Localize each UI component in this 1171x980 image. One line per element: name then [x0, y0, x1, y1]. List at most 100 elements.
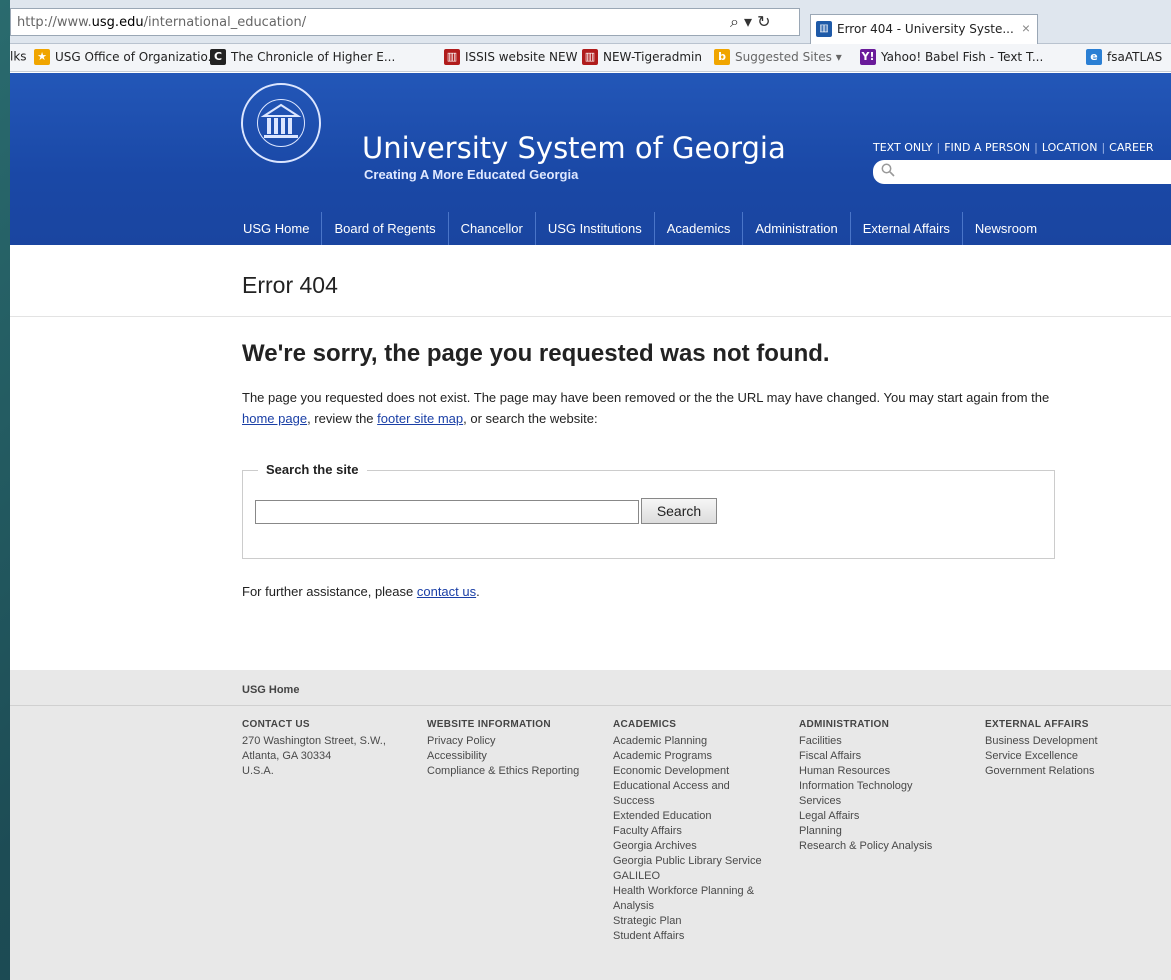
util-link-career[interactable]: CAREER: [1109, 141, 1153, 154]
footer-link[interactable]: Planning: [799, 824, 932, 839]
footer-column-academics: ACADEMICS Academic Planning Academic Pro…: [613, 717, 762, 944]
search-icon: [881, 163, 895, 180]
footer-usg-home-link[interactable]: USG Home: [242, 684, 299, 696]
address-controls[interactable]: ⌕ ▾ ↻: [730, 12, 771, 32]
footer-heading[interactable]: ADMINISTRATION: [799, 717, 932, 732]
footer-address-line: Atlanta, GA 30334: [242, 750, 332, 762]
nav-newsroom[interactable]: Newsroom: [961, 212, 1049, 245]
chronicle-icon: C: [210, 49, 226, 65]
footer-link[interactable]: Faculty Affairs: [613, 824, 762, 839]
close-tab-icon[interactable]: ×: [1022, 20, 1030, 36]
search-fieldset: Search the site Search: [242, 462, 1055, 559]
footer-link[interactable]: Strategic Plan: [613, 914, 762, 929]
footer-link[interactable]: Legal Affairs: [799, 809, 932, 824]
footer-column-website-info: WEBSITE INFORMATION Privacy Policy Acces…: [427, 717, 579, 779]
page-title: Error 404: [242, 272, 338, 298]
search-button[interactable]: Search: [641, 498, 717, 524]
nav-chancellor[interactable]: Chancellor: [447, 212, 535, 245]
favorite-item[interactable]: ▥ NEW-Tigeradmin: [582, 49, 702, 65]
address-url[interactable]: http://www.usg.edu/international_educati…: [17, 15, 306, 30]
footer-link[interactable]: Business Development: [985, 734, 1098, 749]
util-link-find-person[interactable]: FIND A PERSON: [944, 141, 1030, 154]
footer-heading[interactable]: EXTERNAL AFFAIRS: [985, 717, 1098, 732]
footer-link[interactable]: Compliance & Ethics Reporting: [427, 764, 579, 779]
board-of-regents-seal-logo[interactable]: [241, 83, 321, 163]
footer-link[interactable]: Extended Education: [613, 809, 762, 824]
tab-title: Error 404 - University Syste...: [837, 22, 1014, 36]
ie-icon: e: [1086, 49, 1102, 65]
university-favicon-icon: ▥: [816, 21, 832, 37]
footer-link[interactable]: Fiscal Affairs: [799, 749, 932, 764]
footer-link[interactable]: Information Technology: [799, 779, 932, 794]
util-link-location[interactable]: LOCATION: [1042, 141, 1098, 154]
nav-usg-institutions[interactable]: USG Institutions: [534, 212, 654, 245]
footer-link[interactable]: Georgia Public Library Service: [613, 854, 762, 869]
utility-links: TEXT ONLY | FIND A PERSON | LOCATION | CAREER: [873, 141, 1154, 154]
footer-address-line: 270 Washington Street, S.W.,: [242, 735, 386, 747]
footer-link[interactable]: Facilities: [799, 734, 932, 749]
nav-administration[interactable]: Administration: [742, 212, 849, 245]
yahoo-icon: Y!: [860, 49, 876, 65]
favorite-star-icon: ★: [34, 49, 50, 65]
favorite-item[interactable]: ▥ ISSIS website NEW: [444, 49, 577, 65]
footer-divider: [10, 705, 1171, 706]
error-description: The page you requested does not exist. T…: [242, 390, 1050, 426]
footer-link[interactable]: Academic Planning: [613, 734, 762, 749]
browser-window: http://www.usg.edu/international_educati…: [10, 0, 1171, 980]
footer-link[interactable]: Accessibility: [427, 749, 579, 764]
address-bar[interactable]: http://www.usg.edu/international_educati…: [10, 8, 800, 36]
nav-academics[interactable]: Academics: [653, 212, 743, 245]
home-page-link[interactable]: home page: [242, 411, 307, 426]
contact-us-link[interactable]: contact us: [417, 584, 476, 599]
footer-link[interactable]: Academic Programs: [613, 749, 762, 764]
page-title-bar: Error 404: [10, 245, 1171, 317]
footer-link[interactable]: Georgia Archives: [613, 839, 762, 854]
divider: |: [1034, 141, 1038, 154]
main-navigation: USG Home Board of Regents Chancellor USG…: [231, 212, 1049, 245]
suggested-sites[interactable]: b Suggested Sites ▾: [714, 49, 842, 65]
favorite-item[interactable]: C The Chronicle of Higher E...: [210, 49, 395, 65]
header-search-input[interactable]: [873, 160, 1171, 184]
footer-link[interactable]: Success: [613, 794, 762, 809]
footer-link[interactable]: Economic Development: [613, 764, 762, 779]
favorite-item[interactable]: lks: [10, 49, 27, 64]
main-content: We're sorry, the page you requested was …: [10, 318, 1171, 670]
site-footer: USG Home CONTACT US 270 Washington Stree…: [10, 670, 1171, 980]
footer-heading[interactable]: ACADEMICS: [613, 717, 762, 732]
footer-link[interactable]: Privacy Policy: [427, 734, 579, 749]
divider: |: [1101, 141, 1106, 154]
favorite-item[interactable]: e fsaATLAS: [1086, 49, 1162, 65]
footer-link[interactable]: Health Workforce Planning &: [613, 884, 762, 899]
footer-link[interactable]: Service Excellence: [985, 749, 1098, 764]
site-search-input[interactable]: [255, 500, 639, 524]
footer-site-map-link[interactable]: footer site map: [377, 411, 463, 426]
footer-heading[interactable]: WEBSITE INFORMATION: [427, 717, 579, 732]
seal-inner-ring: [257, 99, 305, 147]
footer-link[interactable]: Research & Policy Analysis: [799, 839, 932, 854]
favorite-item[interactable]: Y! Yahoo! Babel Fish - Text T...: [860, 49, 1043, 65]
favorite-item[interactable]: ★ USG Office of Organizatio...: [34, 49, 219, 65]
browser-tab[interactable]: ▥ Error 404 - University Syste... ×: [810, 14, 1038, 44]
nav-external-affairs[interactable]: External Affairs: [849, 212, 962, 245]
bing-icon: b: [714, 49, 730, 65]
site-tagline: Creating A More Educated Georgia: [364, 167, 579, 182]
university-icon: ▥: [444, 49, 460, 65]
university-icon: ▥: [582, 49, 598, 65]
footer-heading[interactable]: CONTACT US: [242, 717, 386, 732]
footer-column-external-affairs: EXTERNAL AFFAIRS Business Development Se…: [985, 717, 1098, 779]
footer-link[interactable]: Services: [799, 794, 932, 809]
search-legend: Search the site: [258, 462, 367, 477]
footer-link[interactable]: Educational Access and: [613, 779, 762, 794]
util-link-text-only[interactable]: TEXT ONLY: [873, 141, 933, 154]
footer-link[interactable]: GALILEO: [613, 869, 762, 884]
footer-link[interactable]: Analysis: [613, 899, 762, 914]
footer-link[interactable]: Human Resources: [799, 764, 932, 779]
site-header: University System of Georgia Creating A …: [10, 73, 1171, 245]
footer-link[interactable]: Student Affairs: [613, 929, 762, 944]
footer-column-administration: ADMINISTRATION Facilities Fiscal Affairs…: [799, 717, 932, 854]
footer-column-contact: CONTACT US 270 Washington Street, S.W., …: [242, 717, 386, 779]
nav-board-of-regents[interactable]: Board of Regents: [321, 212, 447, 245]
footer-link[interactable]: Government Relations: [985, 764, 1098, 779]
nav-usg-home[interactable]: USG Home: [231, 212, 321, 245]
site-title[interactable]: University System of Georgia: [362, 131, 786, 165]
